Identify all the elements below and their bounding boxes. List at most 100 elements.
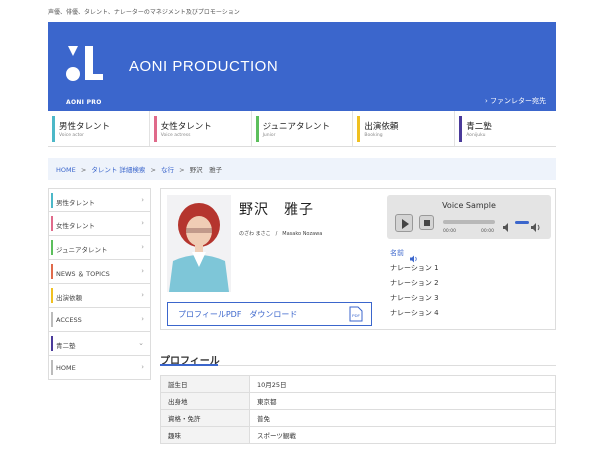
sidebar-color-bar (51, 312, 53, 327)
chevron-right-icon: › (141, 243, 144, 251)
seek-bar[interactable] (443, 220, 495, 224)
chevron-right-icon: › (141, 315, 144, 323)
breadcrumb-home[interactable]: HOME (56, 166, 76, 174)
section-divider (160, 365, 556, 366)
talent-profile-card: 野沢 雅子 のざわ まさこ / Masako Nozawa プロフィールPDF … (160, 188, 556, 330)
topnav-color-bar (52, 116, 55, 142)
topnav-sublabel: Voice actor (59, 133, 85, 138)
profile-key: 趣味 (160, 426, 250, 444)
topnav-sublabel: Voice actress (160, 133, 191, 138)
sidebar-color-bar (51, 193, 53, 208)
volume-slider[interactable] (515, 221, 529, 224)
topnav-sublabel: Junior (262, 133, 276, 138)
voice-sample-item[interactable]: ナレーション 3 (390, 293, 439, 303)
sidebar-item-home[interactable]: HOME › (48, 356, 151, 380)
topnav-label: ジュニアタレント (262, 122, 330, 132)
sidebar-item-access[interactable]: ACCESS › (48, 308, 151, 332)
topnav-label: 青二塾 (466, 122, 492, 132)
profile-value: 普免 (249, 409, 556, 427)
profile-table: 誕生日 10月25日 出身地 東京都 資格・免許 普免 趣味 スポーツ観戦 (160, 375, 556, 444)
logo-subtitle: AONI PRO (66, 99, 102, 106)
chevron-right-icon: › (141, 219, 144, 227)
voice-sample-item[interactable]: ナレーション 4 (390, 308, 439, 318)
sidebar-item-label: 男性タレント (56, 199, 95, 207)
breadcrumb-separator: > (150, 166, 156, 174)
sidebar-color-bar (51, 360, 53, 375)
topnav-female-talent[interactable]: 女性タレント Voice actress (150, 111, 252, 146)
sidebar-item-label: 出演依頼 (56, 294, 82, 302)
sidebar-item-label: 青二塾 (56, 342, 76, 350)
topnav-aonijuku[interactable]: 青二塾 Aonijuku (455, 111, 556, 146)
sidebar-item-news[interactable]: NEWS ＆ TOPICS › (48, 260, 151, 284)
topnav-color-bar (357, 116, 361, 142)
talent-name-reading: のざわ まさこ / Masako Nozawa (239, 231, 323, 237)
profile-key: 出身地 (160, 392, 250, 410)
sidebar-item-label: 女性タレント (56, 222, 95, 230)
table-row: 資格・免許 普免 (160, 409, 556, 427)
voice-sample-title: Voice Sample (442, 201, 496, 210)
profile-pdf-download-button[interactable]: プロフィールPDF ダウンロード PDF (167, 302, 372, 326)
profile-value: スポーツ観戦 (249, 426, 556, 444)
voice-sample-item[interactable]: ナレーション 1 (390, 263, 439, 273)
top-navigation: 男性タレント Voice actor 女性タレント Voice actress … (48, 111, 556, 147)
profile-value: 東京都 (249, 392, 556, 410)
topnav-booking[interactable]: 出演依頼 Booking (353, 111, 456, 146)
site-header: AONI PRO AONI PRODUCTION › ファンレター宛先 (48, 22, 556, 111)
topnav-color-bar (459, 116, 463, 142)
sidebar-color-bar (51, 240, 53, 255)
speaker-icon[interactable] (410, 248, 418, 263)
sidebar-item-label: ACCESS (56, 316, 82, 324)
breadcrumb: HOME > タレント 詳細検索 > な行 > 野沢 雅子 (48, 158, 556, 180)
sidebar-color-bar (51, 288, 53, 303)
profile-key: 誕生日 (160, 375, 250, 393)
sidebar-item-label: NEWS ＆ TOPICS (56, 270, 110, 278)
profile-value: 10月25日 (249, 375, 556, 393)
topnav-junior-talent[interactable]: ジュニアタレント Junior (252, 111, 354, 146)
pdf-icon: PDF (349, 306, 363, 322)
aoni-logo-icon[interactable] (65, 44, 105, 84)
sidebar-item-junior-talent[interactable]: ジュニアタレント › (48, 236, 151, 260)
section-accent-bar (160, 364, 218, 366)
chevron-right-icon: › (141, 196, 144, 204)
table-row: 誕生日 10月25日 (160, 375, 556, 393)
brand-name[interactable]: AONI PRODUCTION (129, 58, 278, 75)
chevron-right-icon: › (141, 291, 144, 299)
sidebar-item-label: ジュニアタレント (56, 246, 108, 254)
volume-max-icon[interactable] (531, 217, 541, 232)
table-row: 趣味 スポーツ観戦 (160, 426, 556, 444)
play-button[interactable] (395, 214, 413, 232)
fanletter-link[interactable]: › ファンレター宛先 (485, 96, 546, 106)
topnav-label: 出演依頼 (364, 122, 399, 132)
voice-sample-item[interactable]: ナレーション 2 (390, 278, 439, 288)
sidebar: 男性タレント › 女性タレント › ジュニアタレント › NEWS ＆ TOPI… (48, 188, 151, 380)
sidebar-item-label: HOME (56, 364, 76, 372)
sidebar-color-bar (51, 336, 53, 351)
talent-photo (167, 195, 231, 292)
breadcrumb-separator: > (179, 166, 185, 174)
site-tagline: 声優、俳優、タレント、ナレーターのマネジメント及びプロモーション (48, 9, 240, 16)
profile-key: 資格・免許 (160, 409, 250, 427)
breadcrumb-separator: > (80, 166, 87, 174)
breadcrumb-row[interactable]: な行 (161, 166, 174, 174)
chevron-down-icon: ⌄ (138, 339, 144, 347)
duration: 00:00 (481, 229, 494, 234)
topnav-male-talent[interactable]: 男性タレント Voice actor (48, 111, 150, 146)
topnav-label: 男性タレント (59, 122, 111, 132)
pdf-icon-text: PDF (352, 313, 361, 318)
sidebar-item-booking[interactable]: 出演依頼 › (48, 284, 151, 308)
topnav-sublabel: Booking (364, 133, 383, 138)
sidebar-item-male-talent[interactable]: 男性タレント › (48, 188, 151, 212)
topnav-color-bar (255, 116, 259, 142)
topnav-label: 女性タレント (160, 122, 212, 132)
table-row: 出身地 東京都 (160, 392, 556, 410)
sidebar-item-aonijuku[interactable]: 青二塾 ⌄ (48, 332, 151, 356)
stop-button[interactable] (419, 215, 434, 230)
sidebar-item-female-talent[interactable]: 女性タレント › (48, 212, 151, 236)
voice-name-sample[interactable]: 名前 (390, 248, 404, 258)
breadcrumb-search[interactable]: タレント 詳細検索 (91, 166, 145, 174)
breadcrumb-current: 野沢 雅子 (189, 166, 223, 174)
mute-icon[interactable] (503, 217, 512, 232)
chevron-right-icon: › (141, 363, 144, 371)
talent-name: 野沢 雅子 (239, 202, 314, 218)
sidebar-color-bar (51, 216, 53, 231)
